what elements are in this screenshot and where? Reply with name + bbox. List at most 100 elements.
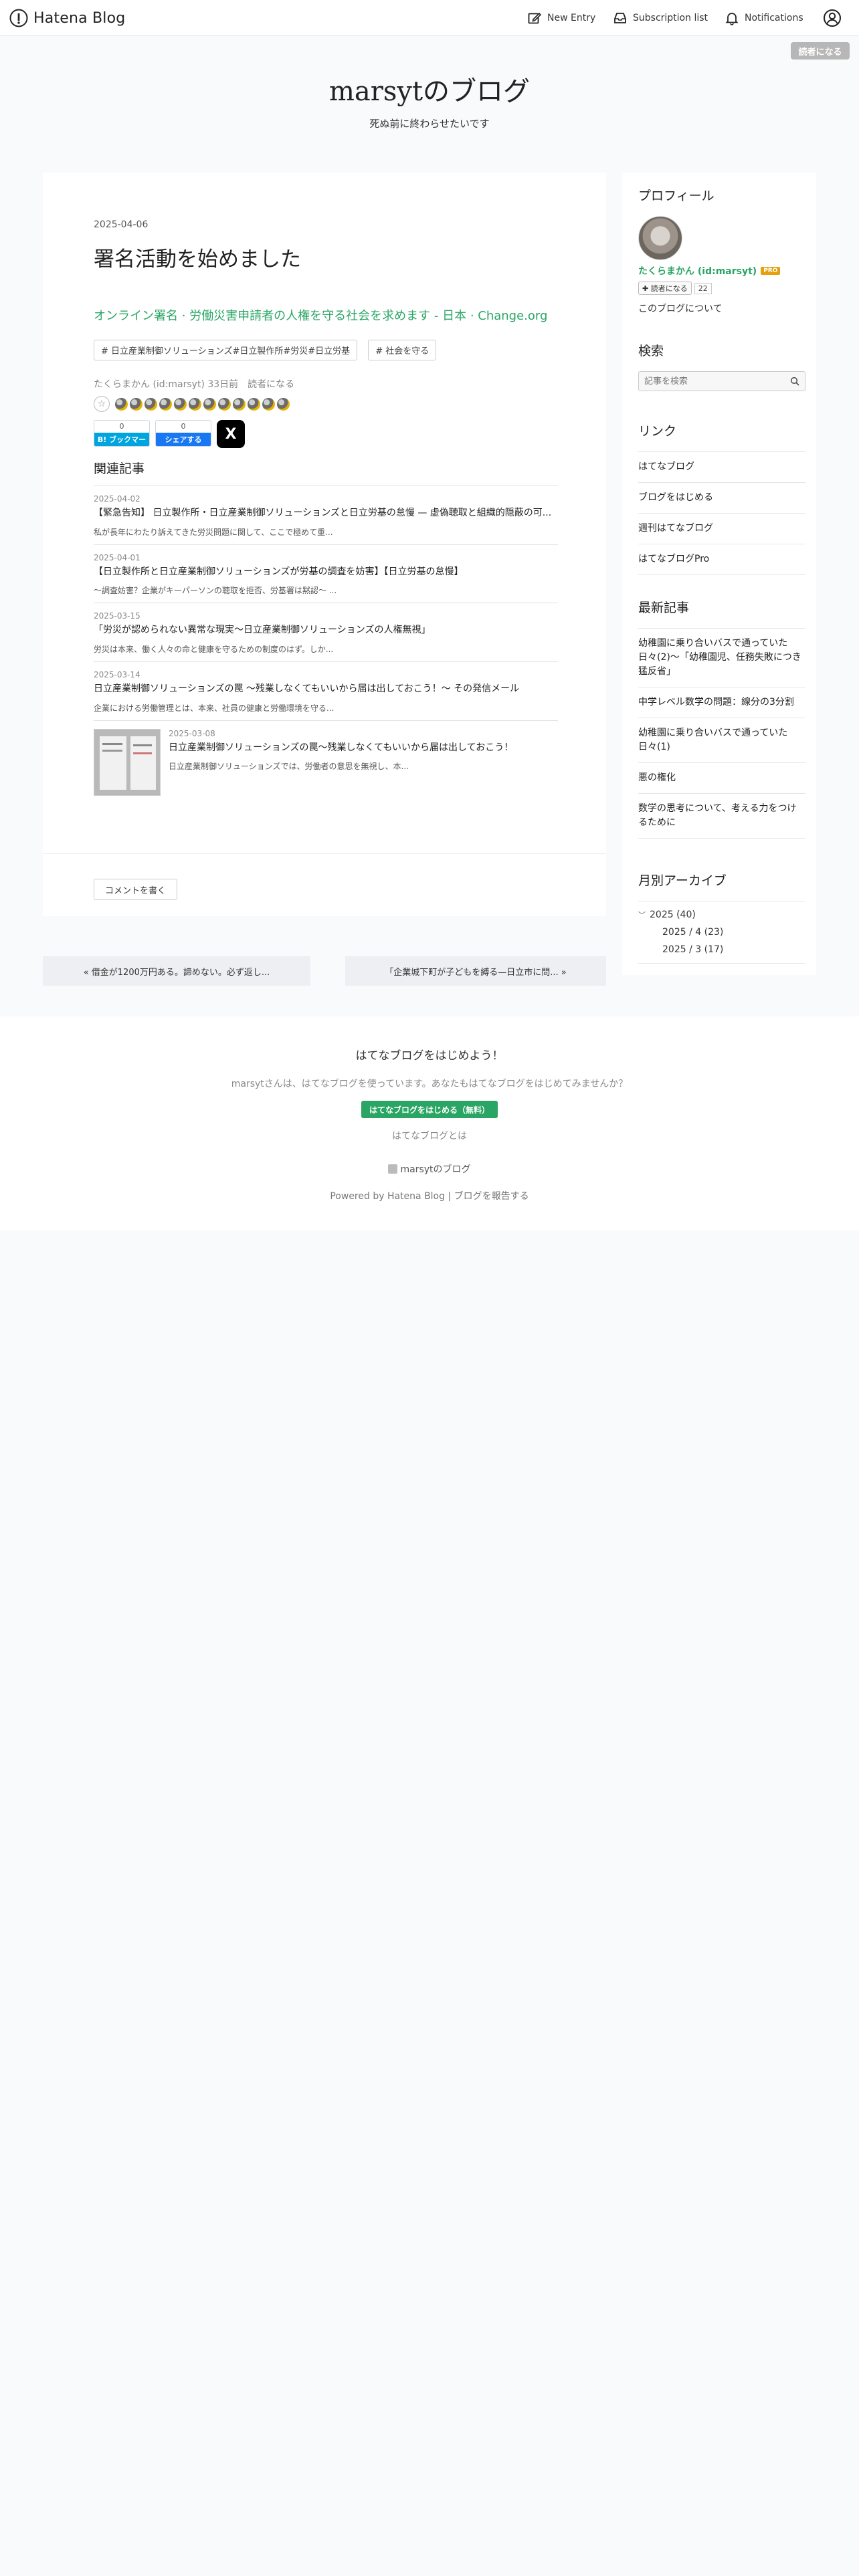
- profile-reader-label: 読者になる: [650, 284, 688, 293]
- related-excerpt: 企業における労働管理とは、本来、社員の健康と労働環境を守る...: [94, 703, 335, 713]
- related-item[interactable]: 2025-04-02 【緊急告知】 日立製作所・日立産業制御ソリューションズと日…: [94, 486, 558, 544]
- links-heading: リンク: [638, 424, 677, 439]
- related-item[interactable]: 2025-03-14 日立産業制御ソリューションズの罠 〜残業しなくてもいいから…: [94, 661, 558, 720]
- about-blog-link[interactable]: このブログについて: [638, 302, 805, 315]
- pro-badge: PRO: [761, 267, 781, 275]
- related-thumbnail[interactable]: [94, 728, 161, 796]
- link-item[interactable]: ブログをはじめる: [638, 483, 805, 514]
- profile-name-row: たくらまかん (id:marsyt) PRO: [638, 264, 805, 278]
- hatena-logo-icon: [9, 9, 28, 27]
- archive-year[interactable]: 2025 (40): [650, 909, 696, 920]
- bell-icon: [725, 13, 739, 25]
- recent-entry[interactable]: 悪の権化: [638, 763, 805, 794]
- tag-item[interactable]: # 日立産業制御ソリューションズ#日立製作所#労災#日立労基: [94, 340, 358, 360]
- footer-subtext: marsytさんは、はてなブログを使っています。あなたもはてなブログをはじめてみ…: [231, 1079, 628, 1089]
- related-title[interactable]: 日立産業制御ソリューションズの罠〜残業しなくてもいいから届は出しておこう！: [169, 741, 513, 756]
- related-item[interactable]: 2025-04-01 【日立製作所と日立産業制御ソリューションズが労基の調査を妨…: [94, 544, 558, 603]
- profile-module: プロフィール たくらまかん (id:marsyt) PRO ✚ 読者になる 22…: [638, 186, 805, 315]
- prev-entry-link[interactable]: « 借金が1200万円ある。諦めない。必ず返し...: [43, 956, 310, 986]
- blog-icon: [388, 1164, 398, 1174]
- related-item[interactable]: 2025-03-08 日立産業制御ソリューションズの罠〜残業しなくてもいいから届…: [94, 720, 558, 802]
- archive-list: ﹀ 2025 (40) 2025 / 4 (23) 2025 / 3 (17): [638, 901, 805, 964]
- blog-title[interactable]: marsytのブログ: [0, 70, 859, 108]
- article-date[interactable]: 2025-04-06: [94, 219, 148, 230]
- related-date: 2025-04-01: [94, 552, 140, 562]
- related-title[interactable]: 日立産業制御ソリューションズの罠 〜残業しなくてもいいから届は出しておこう！〜 …: [94, 682, 558, 697]
- related-heading: 関連記事: [94, 461, 145, 476]
- star-icon[interactable]: [277, 397, 290, 411]
- search-input[interactable]: [644, 376, 778, 387]
- recent-entry[interactable]: 中学レベル数学の問題：線分の3分割: [638, 687, 805, 718]
- footer-heading: はてなブログをはじめよう！: [355, 1049, 504, 1063]
- star-icon[interactable]: [174, 397, 187, 411]
- related-item[interactable]: 2025-03-15 「労災が認められない異常な現実〜日立産業制御ソリューション…: [94, 603, 558, 661]
- start-hatena-blog-button[interactable]: はてなブログをはじめる（無料）: [361, 1101, 498, 1118]
- star-icon[interactable]: [145, 397, 157, 411]
- article-title[interactable]: 署名活動を始めました: [94, 242, 301, 272]
- star-icon[interactable]: [159, 397, 172, 411]
- facebook-share-button[interactable]: 0 シェアする: [155, 420, 211, 447]
- search-heading: 検索: [638, 344, 664, 358]
- next-entry-link[interactable]: 「企業城下町が子どもを縛る—日立市に問... »: [345, 956, 606, 986]
- notifications-label: Notifications: [745, 13, 803, 23]
- user-menu-button[interactable]: [823, 8, 847, 28]
- hatena-blog-logo[interactable]: Hatena Blog: [9, 8, 125, 28]
- profile-heading: プロフィール: [638, 189, 714, 203]
- subscribe-reader-button[interactable]: 読者になる: [791, 42, 850, 60]
- x-logo-icon: X: [225, 425, 237, 443]
- related-title[interactable]: 【緊急告知】 日立製作所・日立産業制御ソリューションズと日立労基の怠慢 — 虚偽…: [94, 506, 558, 521]
- reader-count[interactable]: 22: [694, 282, 712, 294]
- new-entry-link[interactable]: New Entry: [527, 8, 595, 28]
- avatar[interactable]: [638, 216, 682, 260]
- link-item[interactable]: はてなブログ: [638, 452, 805, 483]
- recent-entry[interactable]: 数学の思考について、考える力をつけるために: [638, 794, 805, 839]
- star-icon[interactable]: [233, 397, 246, 411]
- star-icon[interactable]: [248, 397, 260, 411]
- subscription-list-link[interactable]: Subscription list: [613, 8, 708, 28]
- hatena-bookmark-button[interactable]: 0 B! ブックマーク: [94, 420, 150, 447]
- footer-blog-name[interactable]: marsytのブログ: [400, 1162, 470, 1176]
- new-entry-label: New Entry: [547, 13, 596, 23]
- related-date: 2025-03-15: [94, 611, 140, 621]
- related-title[interactable]: 【日立製作所と日立産業制御ソリューションズが労基の調査を妨害】【日立労基の怠慢】: [94, 565, 558, 580]
- star-icon[interactable]: [218, 397, 231, 411]
- notifications-link[interactable]: Notifications: [725, 8, 803, 28]
- archive-month[interactable]: 2025 / 3 (17): [638, 944, 805, 955]
- archive-year-row[interactable]: ﹀ 2025 (40): [638, 909, 805, 920]
- related-excerpt: 労災は本来、働く人々の命と健康を守るための制度のはず。しか...: [94, 645, 334, 655]
- footer-blog-link[interactable]: marsytのブログ: [0, 1162, 859, 1176]
- link-item[interactable]: はてなブログPro: [638, 544, 805, 575]
- article-byline[interactable]: たくらまかん (id:marsyt) 33日前 読者になる: [94, 377, 294, 391]
- tag-item[interactable]: # 社会を守る: [368, 340, 437, 360]
- recent-entries-module: 最新記事 幼稚園に乗り合いバスで通っていた日々(2)〜「幼稚園児、任務失敗につき…: [638, 598, 805, 839]
- about-hatena-blog-link[interactable]: はてなブログとは: [0, 1129, 859, 1142]
- star-icon[interactable]: [262, 397, 275, 411]
- facebook-share-count: 0: [156, 421, 211, 433]
- recent-entry[interactable]: 幼稚園に乗り合いバスで通っていた日々(2)〜「幼稚園児、任務失敗につき猛反省」: [638, 629, 805, 687]
- recent-entry[interactable]: 幼稚園に乗り合いバスで通っていた日々(1): [638, 718, 805, 763]
- global-header: Hatena Blog New Entry Subscription list …: [0, 0, 859, 36]
- profile-name[interactable]: たくらまかん (id:marsyt): [638, 264, 757, 278]
- star-icon[interactable]: [130, 397, 142, 411]
- star-icon[interactable]: [189, 397, 201, 411]
- star-icon[interactable]: [203, 397, 216, 411]
- star-icon[interactable]: [115, 397, 128, 411]
- search-icon[interactable]: [790, 377, 799, 386]
- article-external-link[interactable]: オンライン署名 · 労働災害申請者の人権を守る社会を求めます - 日本 · Ch…: [94, 306, 547, 324]
- blog-description: 死ぬ前に終わらせたいです: [369, 118, 490, 130]
- logo-text: Hatena Blog: [33, 9, 126, 27]
- write-comment-button[interactable]: コメントを書く: [94, 879, 178, 900]
- related-date: 2025-03-08: [169, 728, 215, 738]
- x-share-button[interactable]: X: [217, 420, 245, 448]
- profile-reader-button[interactable]: ✚ 読者になる: [638, 282, 692, 295]
- subscription-list-label: Subscription list: [633, 13, 708, 23]
- inbox-icon: [614, 13, 626, 23]
- add-star-icon[interactable]: ☆: [94, 396, 110, 412]
- related-excerpt: 私が長年にわたり訴えてきた労災問題に関して、ここで極めて重...: [94, 527, 333, 537]
- related-title[interactable]: 「労災が認められない異常な現実〜日立産業制御ソリューションズの人権無視」: [94, 623, 558, 638]
- archive-month[interactable]: 2025 / 4 (23): [638, 927, 805, 938]
- chevron-down-icon[interactable]: ﹀: [638, 909, 646, 920]
- link-item[interactable]: 週刊はてなブログ: [638, 514, 805, 544]
- powered-by[interactable]: Powered by Hatena Blog | ブログを報告する: [0, 1189, 859, 1202]
- related-date: 2025-04-02: [94, 494, 140, 504]
